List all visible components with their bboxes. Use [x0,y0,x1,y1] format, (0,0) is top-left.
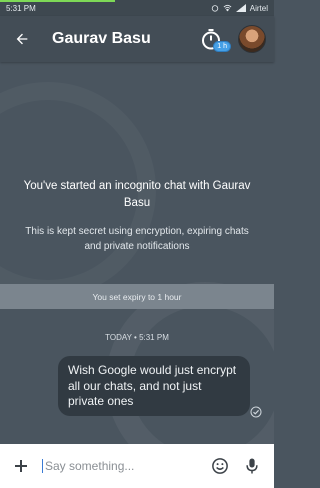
chat-area[interactable]: You've started an incognito chat with Ga… [0,62,274,444]
message-text: Wish Google would just encrypt all our c… [68,363,237,408]
emoji-button[interactable] [208,454,232,478]
contact-name[interactable]: Gaurav Basu [52,30,196,48]
status-carrier: Airtel [249,3,268,13]
expiry-timer-button[interactable]: 1 h [196,24,231,54]
message-input[interactable] [43,459,200,473]
signal-icon [235,4,246,12]
arrow-back-icon [16,33,28,45]
expiry-notice-text: You set expiry to 1 hour [92,291,182,302]
message-bubble[interactable]: Wish Google would just encrypt all our c… [58,356,250,416]
incognito-intro-title: You've started an incognito chat with Ga… [23,180,251,209]
timer-badge-label: 1 h [213,41,231,52]
expiry-notice: You set expiry to 1 hour [0,284,274,309]
plus-icon [15,460,27,472]
status-icons: Airtel [211,4,268,13]
status-time: 5:31 PM [6,3,36,13]
message-timestamp: TODAY • 5:31 PM [105,333,169,342]
message-read-check-icon [250,406,262,418]
wifi-icon [223,4,232,12]
app-bar: Gaurav Basu 1 h [0,16,274,62]
microphone-icon [246,458,258,474]
contact-avatar[interactable] [238,25,266,53]
status-progress-line [0,0,116,2]
status-bar: 5:31 PM Airtel [0,0,274,16]
incognito-intro-subtitle: This is kept secret using encryption, ex… [25,226,249,252]
composer-bar [0,444,274,488]
alarm-icon [211,5,218,12]
voice-input-button[interactable] [240,454,264,478]
back-button[interactable] [8,25,36,53]
emoji-icon [212,458,228,474]
add-attachment-button[interactable] [10,455,32,477]
